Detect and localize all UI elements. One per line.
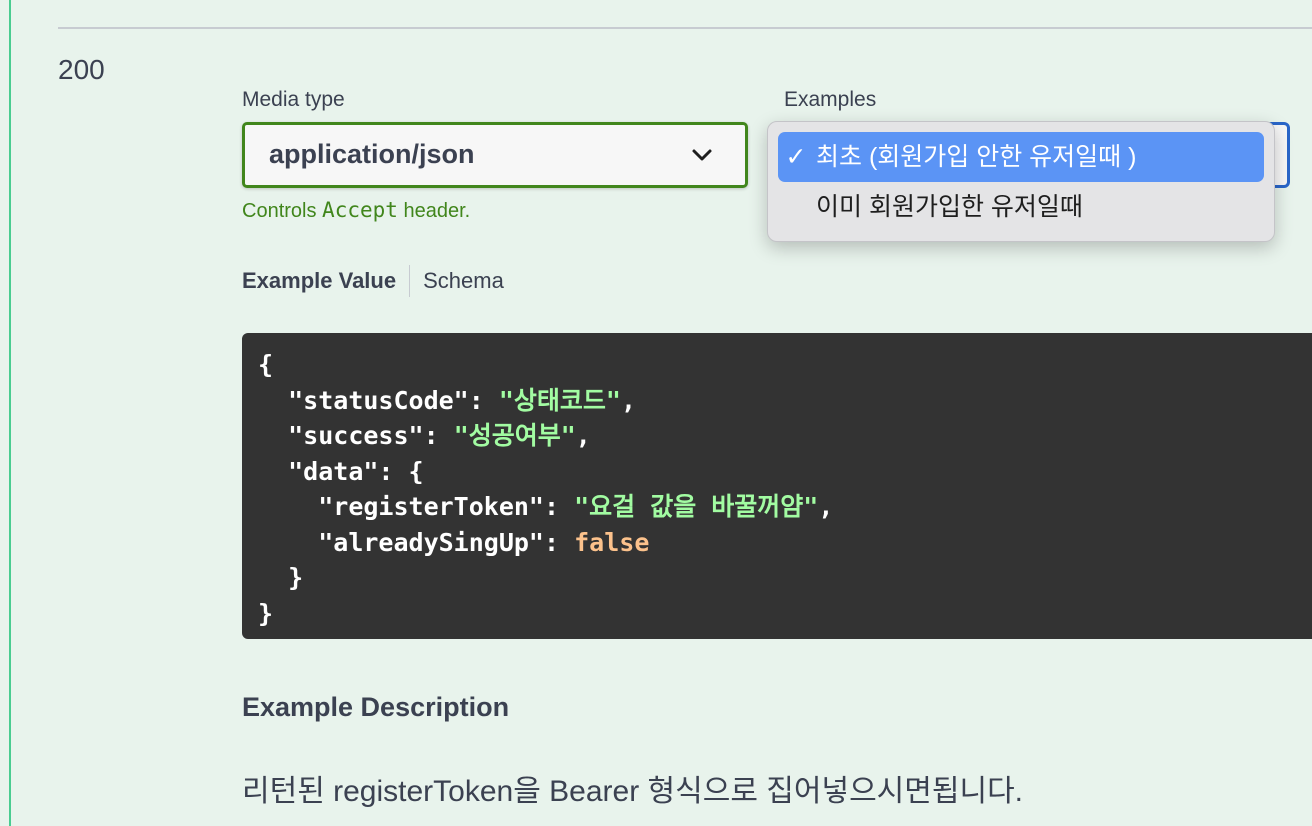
examples-label: Examples	[784, 88, 877, 111]
code-close-brace: }	[258, 598, 274, 628]
example-description-text: 리턴된 registerToken을 Bearer 형식으로 집어넣으시면됩니다…	[242, 775, 1024, 808]
examples-option-label: 최초 (회원가입 안한 유저일때 )	[816, 143, 1137, 171]
code-status-key: "statusCode"	[288, 385, 469, 415]
media-type-selected-value: application/json	[269, 139, 475, 169]
code-already-key: "alreadySingUp"	[318, 527, 544, 557]
note-suffix: header.	[403, 200, 471, 222]
example-value-code: { "statusCode": "상태코드", "success": "성공여부…	[242, 333, 1312, 639]
code-open-brace: {	[258, 350, 274, 379]
media-type-label: Media type	[242, 88, 345, 111]
response-status-code: 200	[58, 54, 105, 85]
note-accept-code: Accept	[322, 198, 398, 222]
media-type-note: Controls Accept header.	[242, 198, 470, 223]
examples-option-already-signed-up[interactable]: 이미 회원가입한 유저일때	[778, 182, 1264, 232]
tab-schema[interactable]: Schema	[423, 268, 504, 294]
code-data-key: "data"	[288, 456, 379, 486]
examples-dropdown-menu: ✓ 최초 (회원가입 안한 유저일때 ) 이미 회원가입한 유저일때	[767, 121, 1275, 242]
code-already-value: false	[574, 527, 650, 557]
code-status-value: "상태코드"	[498, 385, 621, 415]
code-register-key: "registerToken"	[318, 492, 544, 521]
chevron-down-icon	[692, 149, 712, 161]
note-prefix: Controls	[242, 200, 317, 222]
media-type-select[interactable]: application/json	[242, 122, 748, 188]
code-success-value: "성공여부"	[453, 421, 576, 450]
checkmark-icon: ✓	[785, 143, 807, 171]
code-register-value: "요걸 값을 바꿀꺼얌"	[574, 492, 819, 521]
example-tabs: Example Value Schema	[242, 265, 504, 297]
examples-option-first-signup[interactable]: ✓ 최초 (회원가입 안한 유저일때 )	[778, 132, 1264, 182]
code-inner-close-brace: }	[288, 563, 304, 592]
section-divider	[58, 27, 1312, 29]
tab-example-value[interactable]: Example Value	[242, 268, 396, 294]
example-description-heading: Example Description	[242, 692, 510, 722]
examples-option-label: 이미 회원가입한 유저일때	[816, 193, 1083, 221]
code-success-key: "success"	[288, 421, 424, 450]
response-left-border	[9, 0, 11, 826]
tab-separator	[409, 265, 411, 297]
